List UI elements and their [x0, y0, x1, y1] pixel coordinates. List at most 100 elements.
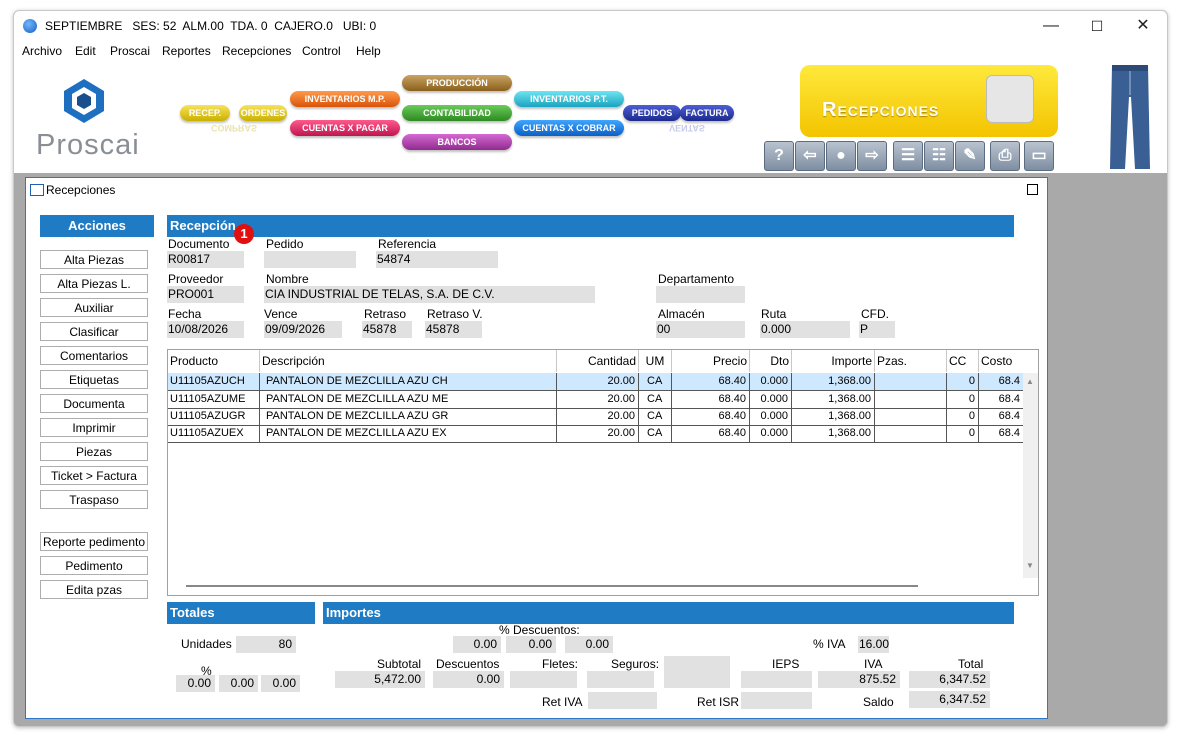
action-auxiliar[interactable]: Auxiliar — [40, 298, 148, 317]
module-bancos[interactable]: BANCOS — [402, 134, 512, 150]
descuentos-field[interactable]: 0.00 — [433, 671, 504, 688]
action-reporte-pedimento[interactable]: Reporte pedimento — [40, 532, 148, 551]
documento-field[interactable]: R00817 — [167, 251, 244, 268]
table-row[interactable]: U11105AZUGR PANTALON DE MEZCLILLA AZU GR… — [168, 408, 1023, 426]
col-precio[interactable]: Precio — [672, 350, 750, 372]
vertical-scrollbar[interactable]: ▲ ▼ — [1023, 373, 1038, 578]
logo-text: Proscai — [36, 129, 140, 161]
module-compras[interactable]: COMPRAS — [204, 123, 264, 133]
menu-archivo[interactable]: Archivo — [22, 44, 62, 58]
descuento-field-3[interactable]: 0.00 — [565, 636, 613, 653]
module-produccion[interactable]: PRODUCCIÓN — [402, 75, 512, 91]
departamento-field[interactable] — [656, 286, 745, 303]
module-cuentas-x-cobrar[interactable]: CUENTAS X COBRAR — [514, 120, 624, 136]
cfd-field[interactable]: P — [859, 321, 895, 338]
iva-pct-field[interactable]: 16.00 — [858, 636, 889, 653]
retraso-field[interactable]: 45878 — [362, 321, 412, 338]
col-producto[interactable]: Producto — [168, 350, 260, 372]
module-inventarios-pt[interactable]: INVENTARIOS P.T. — [514, 91, 624, 107]
action-alta-piezas-l[interactable]: Alta Piezas L. — [40, 274, 148, 293]
scroll-down-icon[interactable]: ▼ — [1026, 561, 1034, 570]
action-comentarios[interactable]: Comentarios — [40, 346, 148, 365]
action-ticket-factura[interactable]: Ticket > Factura — [40, 466, 148, 485]
module-contabilidad[interactable]: CONTABILIDAD — [402, 105, 512, 121]
module-recep[interactable]: RECEP. — [180, 105, 230, 121]
module-ordenes[interactable]: ORDENES — [239, 105, 287, 121]
action-pedimento[interactable]: Pedimento — [40, 556, 148, 575]
col-dto[interactable]: Dto — [750, 350, 792, 372]
total-field[interactable]: 6,347.52 — [909, 671, 990, 688]
action-traspaso[interactable]: Traspaso — [40, 490, 148, 509]
edit-list-icon[interactable]: ☷ — [924, 141, 954, 171]
extra-field[interactable] — [664, 656, 730, 688]
module-factura[interactable]: FACTURA — [680, 105, 734, 121]
help-icon[interactable]: ? — [764, 141, 794, 171]
action-edita-pzas[interactable]: Edita pzas — [40, 580, 148, 599]
almacen-field[interactable]: 00 — [656, 321, 745, 338]
departamento-label: Departamento — [658, 272, 735, 286]
menu-help[interactable]: Help — [356, 44, 381, 58]
list-icon[interactable]: ☰ — [893, 141, 923, 171]
action-clasificar[interactable]: Clasificar — [40, 322, 148, 341]
ruta-field[interactable]: 0.000 — [760, 321, 850, 338]
subtotal-field[interactable]: 5,472.00 — [335, 671, 425, 688]
iva-field[interactable]: 875.52 — [818, 671, 900, 688]
unidades-field[interactable]: 80 — [236, 636, 296, 653]
minimize-button[interactable]: — — [1031, 15, 1071, 37]
module-inventarios-mp[interactable]: INVENTARIOS M.P. — [290, 91, 400, 107]
pct-field-3[interactable]: 0.00 — [261, 675, 300, 692]
module-pedidos[interactable]: PEDIDOS — [623, 105, 681, 121]
col-importe[interactable]: Importe — [792, 350, 875, 372]
ret-isr-field[interactable] — [741, 692, 812, 709]
col-cc[interactable]: CC — [947, 350, 979, 372]
col-um[interactable]: UM — [639, 350, 672, 372]
module-cuentas-x-pagar[interactable]: CUENTAS X PAGAR — [290, 120, 400, 136]
saldo-field[interactable]: 6,347.52 — [909, 691, 990, 708]
col-cantidad[interactable]: Cantidad — [557, 350, 639, 372]
action-piezas[interactable]: Piezas — [40, 442, 148, 461]
ieps-field[interactable] — [741, 671, 812, 688]
module-ventas[interactable]: VENTAS — [652, 123, 722, 133]
seguros-field[interactable] — [587, 671, 654, 688]
col-descripcion[interactable]: Descripción — [260, 350, 557, 372]
vence-field[interactable]: 09/09/2026 — [264, 321, 342, 338]
referencia-field[interactable]: 54874 — [376, 251, 498, 268]
search-icon[interactable]: ● — [826, 141, 856, 171]
window-icon[interactable]: ▭ — [1024, 141, 1054, 171]
fletes-field[interactable] — [510, 671, 577, 688]
forward-arrow-icon[interactable]: ⇨ — [857, 141, 887, 171]
table-row[interactable]: U11105AZUEX PANTALON DE MEZCLILLA AZU EX… — [168, 425, 1023, 443]
scroll-up-icon[interactable]: ▲ — [1026, 377, 1034, 386]
documento-label: Documento — [168, 237, 230, 251]
back-arrow-icon[interactable]: ⇦ — [795, 141, 825, 171]
action-alta-piezas[interactable]: Alta Piezas — [40, 250, 148, 269]
maximize-button[interactable]: ☐ — [1077, 15, 1117, 37]
retraso-v-field[interactable]: 45878 — [425, 321, 482, 338]
close-button[interactable]: ✕ — [1123, 15, 1163, 37]
inner-maximize-button[interactable] — [1027, 184, 1038, 195]
edit-icon[interactable]: ✎ — [955, 141, 985, 171]
descuento-field-2[interactable]: 0.00 — [506, 636, 556, 653]
table-row[interactable]: U11105AZUME PANTALON DE MEZCLILLA AZU ME… — [168, 391, 1023, 409]
pedido-field[interactable] — [264, 251, 356, 268]
menu-reportes[interactable]: Reportes — [162, 44, 211, 58]
print-icon[interactable]: ⎙ — [990, 141, 1020, 171]
nombre-field[interactable]: CIA INDUSTRIAL DE TELAS, S.A. DE C.V. — [264, 286, 595, 303]
menu-recepciones[interactable]: Recepciones — [222, 44, 291, 58]
menu-control[interactable]: Control — [302, 44, 341, 58]
col-costo[interactable]: Costo — [979, 350, 1038, 372]
action-imprimir[interactable]: Imprimir — [40, 418, 148, 437]
pct-field-1[interactable]: 0.00 — [176, 675, 215, 692]
fecha-field[interactable]: 10/08/2026 — [167, 321, 244, 338]
ret-iva-field[interactable] — [588, 692, 657, 709]
action-documenta[interactable]: Documenta — [40, 394, 148, 413]
action-etiquetas[interactable]: Etiquetas — [40, 370, 148, 389]
menu-edit[interactable]: Edit — [75, 44, 96, 58]
menu-proscai[interactable]: Proscai — [110, 44, 150, 58]
horizontal-scrollbar[interactable] — [186, 585, 918, 587]
pct-field-2[interactable]: 0.00 — [219, 675, 258, 692]
col-pzas[interactable]: Pzas. — [875, 350, 947, 372]
descuento-field-1[interactable]: 0.00 — [453, 636, 501, 653]
table-row[interactable]: U11105AZUCH PANTALON DE MEZCLILLA AZU CH… — [168, 373, 1023, 391]
proveedor-field[interactable]: PRO001 — [167, 286, 244, 303]
